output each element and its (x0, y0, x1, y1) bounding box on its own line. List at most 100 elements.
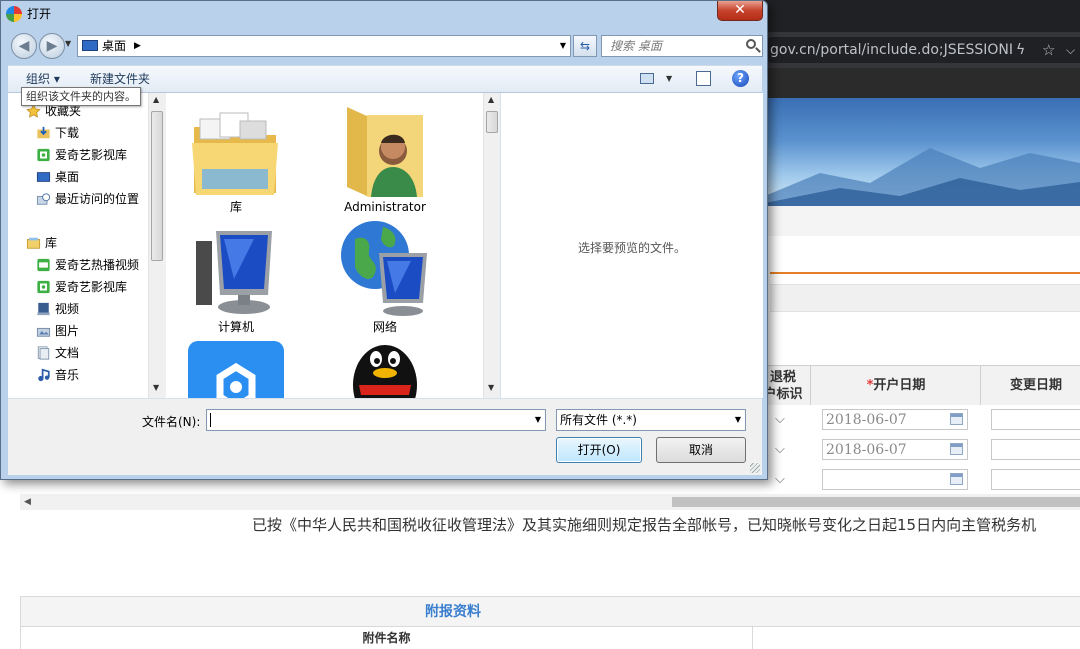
refund-select[interactable]: ⌵ (775, 405, 785, 435)
star-icon (26, 104, 41, 118)
bookmark-star-icon[interactable]: ☆ (1042, 37, 1055, 63)
open-button[interactable]: 打开(O) (556, 437, 642, 463)
table-row: ⌵ 2018-06-07 (755, 435, 1080, 466)
change-date-header: 变更日期 (1009, 378, 1062, 393)
refund-select[interactable]: ⌵ (775, 465, 785, 495)
library-icon (26, 237, 41, 249)
app-settings-icon (188, 341, 284, 398)
dialog-title: 打开 (27, 7, 52, 21)
file-item-qq[interactable] (325, 339, 445, 398)
attachments-title: 附报资料 (425, 604, 481, 620)
desktop-icon (36, 172, 51, 182)
nav-label: 音乐 (55, 368, 80, 382)
user-folder-icon (347, 107, 423, 197)
iqiyi-icon (37, 148, 50, 162)
file-label: Administrator (344, 200, 426, 214)
open-date-value: 2018-06-07 (826, 442, 907, 458)
nav-label: 下载 (55, 126, 80, 140)
calendar-icon[interactable] (950, 443, 963, 455)
nav-label: 文档 (55, 346, 80, 360)
open-date-input[interactable] (822, 469, 968, 490)
scroll-thumb[interactable] (672, 497, 1080, 507)
change-date-input[interactable] (991, 409, 1080, 430)
download-folder-icon (37, 126, 50, 139)
calendar-icon[interactable] (950, 473, 963, 485)
scroll-down-arrow-icon[interactable]: ▼ (153, 383, 159, 392)
chevron-down-icon[interactable]: ⌵ (1066, 37, 1075, 63)
path-dropdown-icon[interactable]: ▼ (560, 36, 566, 56)
open-date-input[interactable]: 2018-06-07 (822, 409, 968, 430)
address-path-bar[interactable]: 桌面 ▶ ▼ (77, 35, 571, 57)
preview-pane-icon[interactable] (696, 71, 711, 86)
url-field[interactable]: gov.cn/portal/include.do;JSESSIONI ϟ ☆ ⌵ (760, 37, 1080, 63)
refund-select[interactable]: ⌵ (775, 435, 785, 465)
file-label: 库 (229, 200, 242, 214)
attachments-header: 附件名称 (20, 626, 1080, 649)
attachment-name-header: 附件名称 (21, 627, 753, 649)
scroll-up-arrow-icon[interactable]: ▲ (153, 95, 159, 104)
chevron-down-icon[interactable]: ▼ (735, 410, 741, 430)
url-text: gov.cn/portal/include.do;JSESSIONI (770, 42, 1013, 58)
refresh-button[interactable]: ⇆ (573, 35, 597, 57)
horizontal-scrollbar[interactable]: ◀ (20, 494, 1080, 510)
change-date-input[interactable] (991, 469, 1080, 490)
file-item-app[interactable] (176, 339, 296, 398)
resize-grip-icon[interactable] (750, 463, 760, 473)
calendar-icon[interactable] (950, 413, 963, 425)
file-item-administrator[interactable]: Administrator (325, 99, 445, 219)
declaration-text: 已按《中华人民共和国税收征收管理法》及其实施细则规定报告全部帐号，已知晓帐号变化… (252, 516, 1037, 534)
scroll-left-arrow-icon[interactable]: ◀ (24, 494, 31, 510)
nav-label: 库 (45, 236, 58, 250)
cancel-button[interactable]: 取消 (656, 437, 746, 463)
change-view-icon[interactable] (640, 73, 654, 84)
preview-placeholder: 选择要预览的文件。 (577, 241, 686, 255)
open-date-input[interactable]: 2018-06-07 (822, 439, 968, 460)
nav-label: 视频 (55, 302, 80, 316)
close-button[interactable]: ✕ (717, 1, 763, 21)
file-item-libraries[interactable]: 库 (176, 99, 296, 219)
scroll-up-arrow-icon[interactable]: ▲ (488, 95, 494, 104)
filename-dropdown-icon[interactable]: ▼ (535, 410, 541, 430)
filename-label: 文件名(N): (142, 415, 201, 429)
open-date-value: 2018-06-07 (826, 412, 907, 428)
lightning-icon[interactable]: ϟ (1016, 37, 1025, 63)
search-icon[interactable] (746, 39, 756, 49)
search-placeholder: 搜索 桌面 (610, 39, 662, 53)
back-button[interactable]: ◀ (11, 33, 37, 59)
file-item-network[interactable]: 网络 (325, 219, 445, 337)
path-segment[interactable]: 桌面 (102, 36, 126, 56)
tab-underline (770, 272, 1080, 274)
music-library-icon (38, 368, 50, 382)
path-chevron-icon[interactable]: ▶ (134, 36, 141, 56)
file-list-pane: 库 Administrator 计算机 网络 (166, 93, 484, 398)
iqiyi-icon (37, 280, 50, 294)
scroll-thumb[interactable] (486, 111, 498, 133)
nav-pane-scrollbar[interactable]: ▲ ▼ (148, 93, 166, 398)
text-caret (210, 413, 211, 427)
recent-places-icon (36, 193, 51, 205)
forward-button[interactable]: ▶ (39, 33, 65, 59)
scroll-thumb[interactable] (151, 111, 163, 261)
table-row: ⌵ (755, 465, 1080, 496)
open-date-header: *开户日期 (812, 366, 981, 406)
view-dropdown-icon[interactable]: ▼ (666, 66, 672, 92)
open-file-dialog: 打开 ✕ ◀ ▶ ▼ 桌面 ▶ ▼ ⇆ 搜索 桌面 组织 ▾ 新建文件夹 ▼ ?… (0, 0, 768, 480)
change-date-input[interactable] (991, 439, 1080, 460)
recent-locations-dropdown-icon[interactable]: ▼ (65, 39, 71, 48)
nav-label: 爱奇艺影视库 (55, 148, 128, 162)
search-input[interactable]: 搜索 桌面 (601, 35, 763, 57)
filename-input[interactable]: ▼ (206, 409, 546, 431)
filetype-select[interactable]: 所有文件 (*.*) ▼ (556, 409, 746, 431)
file-item-computer[interactable]: 计算机 (176, 219, 296, 337)
filetype-value: 所有文件 (*.*) (560, 413, 637, 427)
desktop-icon (82, 40, 98, 51)
scroll-down-arrow-icon[interactable]: ▼ (488, 383, 494, 392)
file-pane-scrollbar[interactable]: ▲ ▼ (483, 93, 501, 398)
browser-logo-icon (6, 6, 22, 22)
mountain-image (760, 148, 1080, 206)
qq-penguin-icon (353, 345, 417, 398)
file-label: 网络 (372, 320, 397, 334)
computer-icon (196, 231, 272, 314)
preview-pane: 选择要预览的文件。 (500, 93, 763, 398)
help-icon[interactable]: ? (732, 70, 749, 87)
